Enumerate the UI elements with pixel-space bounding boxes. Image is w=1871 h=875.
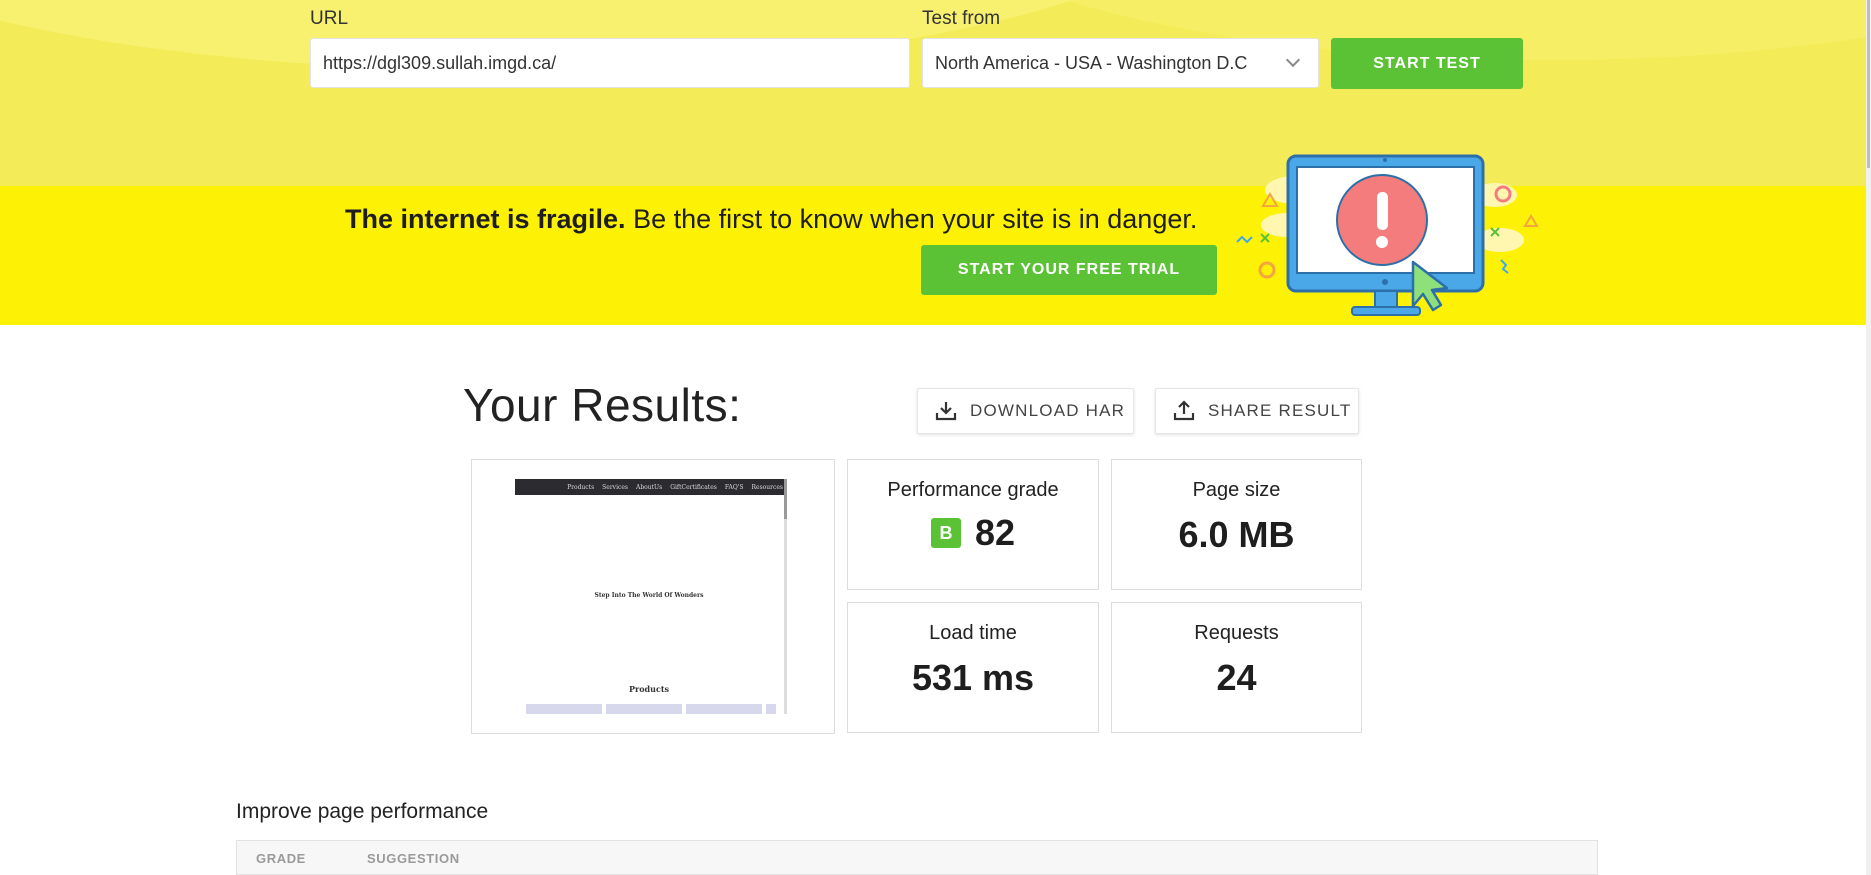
promo-banner: The internet is fragile. Be the first to…	[0, 186, 1866, 325]
screenshot-nav-item: Resources	[751, 483, 783, 491]
free-trial-button[interactable]: START YOUR FREE TRIAL	[921, 245, 1217, 295]
requests-card: Requests 24	[1111, 602, 1362, 733]
improve-section-title: Improve page performance	[236, 800, 489, 823]
screenshot-nav-item: AboutUs	[635, 483, 663, 491]
suggestions-table-header: GRADE SUGGESTION	[236, 840, 1598, 875]
site-screenshot-card: Products Services AboutUs GiftCertificat…	[471, 459, 835, 734]
page: URL Test from North America - USA - Wash…	[0, 0, 1871, 875]
share-result-label: SHARE RESULT	[1208, 401, 1352, 420]
load-time-card: Load time 531 ms	[847, 602, 1099, 733]
grade-column-header[interactable]: GRADE	[256, 851, 306, 866]
monitor-alert-illustration	[1236, 154, 1539, 316]
requests-label: Requests	[1194, 622, 1279, 644]
test-location-select[interactable]: North America - USA - Washington D.C	[922, 38, 1319, 88]
screenshot-product-tile	[526, 704, 602, 714]
download-har-label: DOWNLOAD HAR	[970, 401, 1126, 420]
banner-headline-bold: The internet is fragile.	[345, 204, 626, 234]
test-from-label: Test from	[922, 8, 1001, 29]
results-title: Your Results:	[463, 379, 742, 431]
requests-value: 24	[1216, 657, 1257, 698]
load-time-value: 531 ms	[911, 657, 1035, 698]
download-icon	[935, 402, 957, 421]
performance-grade-card: Performance grade B 82	[847, 459, 1099, 590]
start-test-button[interactable]: START TEST	[1331, 38, 1523, 89]
screenshot-products-heading: Products	[628, 684, 670, 694]
screenshot-product-tile	[766, 704, 776, 714]
screenshot-nav-item: Services	[602, 483, 628, 491]
grade-badge: B	[930, 518, 961, 548]
performance-grade-label: Performance grade	[887, 479, 1059, 501]
chevron-down-icon	[1285, 52, 1301, 68]
screenshot-nav-item: FAQ'S	[724, 483, 744, 491]
screenshot-nav-bar: Products Services AboutUs GiftCertificat…	[515, 479, 787, 495]
screenshot-product-tile	[606, 704, 682, 714]
banner-headline-rest: Be the first to know when your site is i…	[625, 204, 1198, 234]
screenshot-scrollbar-thumb	[784, 479, 787, 519]
screenshot-nav-item: GiftCertificates	[670, 483, 717, 491]
page-size-value: 6.0 MB	[1178, 514, 1295, 555]
url-label: URL	[310, 8, 349, 29]
screenshot-product-tile	[686, 704, 762, 714]
suggestion-column-header[interactable]: SUGGESTION	[367, 851, 460, 866]
site-screenshot: Products Services AboutUs GiftCertificat…	[515, 479, 787, 714]
screenshot-nav-item: Products	[567, 483, 595, 491]
performance-grade-row: B 82	[848, 512, 1098, 554]
share-icon	[1173, 400, 1195, 421]
banner-headline: The internet is fragile. Be the first to…	[345, 204, 1197, 235]
screenshot-hero-text: Step Into The World Of Wonders	[594, 592, 704, 599]
performance-score: 82	[974, 512, 1016, 553]
test-location-value: North America - USA - Washington D.C	[935, 52, 1248, 73]
download-har-button[interactable]: DOWNLOAD HAR	[917, 388, 1134, 434]
share-result-button[interactable]: SHARE RESULT	[1155, 388, 1359, 434]
page-size-label: Page size	[1192, 479, 1281, 501]
page-scrollbar-thumb[interactable]	[1867, 0, 1870, 168]
load-time-label: Load time	[929, 622, 1017, 644]
page-size-card: Page size 6.0 MB	[1111, 459, 1362, 590]
url-input[interactable]	[310, 38, 910, 88]
test-form-section: URL Test from North America - USA - Wash…	[0, 0, 1866, 186]
